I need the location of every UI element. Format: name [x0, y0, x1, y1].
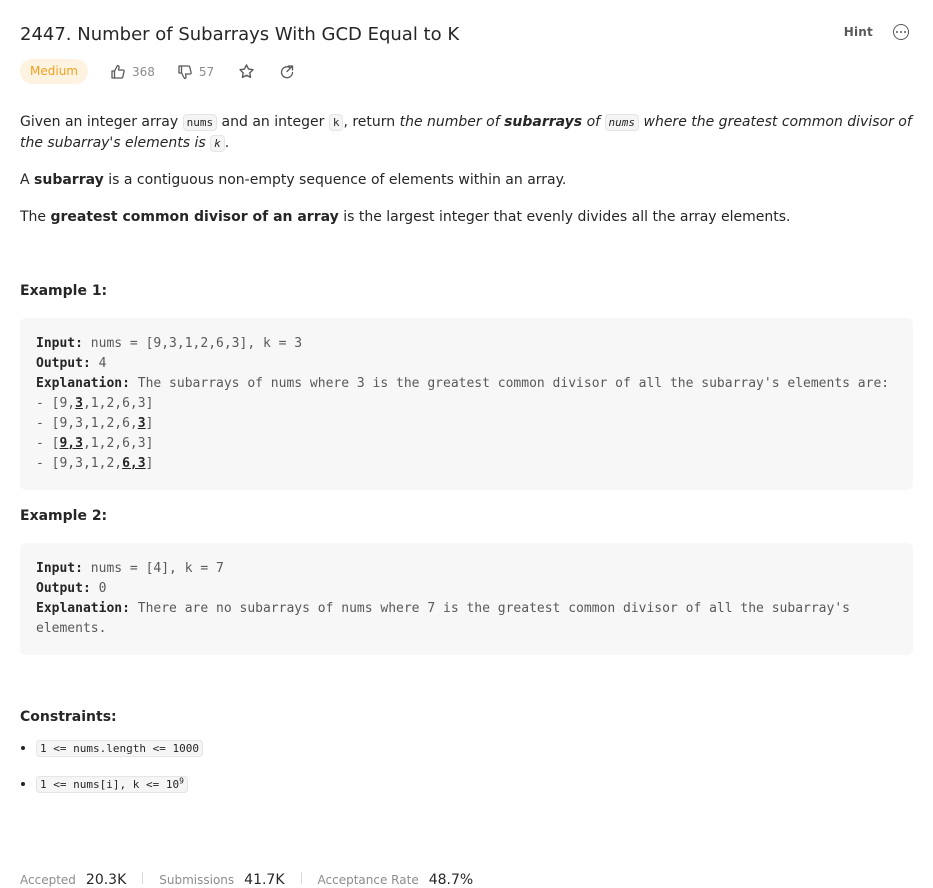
accepted-label: Accepted: [20, 873, 76, 887]
like-button[interactable]: 368: [110, 64, 155, 80]
thumbs-up-icon: [111, 64, 125, 79]
constraint-item: 1 <= nums.length <= 1000: [36, 736, 913, 761]
acceptance-rate-value: 48.7%: [428, 872, 474, 888]
like-count: 368: [131, 64, 155, 79]
problem-title: 2447. Number of Subarrays With GCD Equal…: [20, 24, 460, 45]
thumbs-down-icon: [178, 64, 192, 79]
more-options-icon[interactable]: [893, 24, 909, 40]
constraint-item: 1 <= nums[i], k <= 109: [36, 769, 913, 797]
example-2-title: Example 2:: [20, 508, 108, 524]
submissions-label: Submissions: [159, 873, 235, 887]
constraints-list: 1 <= nums.length <= 1000 1 <= nums[i], k…: [20, 736, 913, 797]
description-paragraph-2: A subarray is a contiguous non-empty seq…: [20, 172, 567, 188]
title-actions: Hint: [844, 24, 909, 40]
description-paragraph-1: Given an integer array nums and an integ…: [20, 114, 912, 152]
hint-button[interactable]: Hint: [844, 25, 873, 39]
meta-row: Medium 368 57: [20, 59, 295, 84]
code-k: k: [210, 135, 225, 152]
stats-divider: [300, 872, 302, 884]
star-icon: [239, 64, 254, 79]
code-nums: nums: [182, 114, 218, 131]
share-icon: [281, 64, 294, 78]
submissions-value: 41.7K: [244, 872, 285, 888]
acceptance-rate-label: Acceptance Rate: [317, 873, 419, 887]
code-k: k: [328, 114, 344, 131]
accepted-value: 20.3K: [85, 872, 127, 888]
stats-bar: Accepted 20.3K Submissions 41.7K Accepta…: [20, 872, 473, 888]
share-button[interactable]: [279, 64, 295, 80]
constraints-section: Constraints: 1 <= nums.length <= 1000 1 …: [20, 707, 913, 797]
dislike-button[interactable]: 57: [177, 64, 214, 80]
description-paragraph-3: The greatest common divisor of an array …: [20, 209, 791, 225]
title-row: 2447. Number of Subarrays With GCD Equal…: [20, 22, 913, 48]
constraints-title: Constraints:: [20, 709, 117, 725]
code-nums: nums: [604, 114, 640, 131]
example-2-block: Input: nums = [4], k = 7 Output: 0 Expla…: [20, 543, 913, 655]
example-1-block: Input: nums = [9,3,1,2,6,3], k = 3 Outpu…: [20, 318, 913, 490]
problem-description: Given an integer array nums and an integ…: [20, 112, 913, 797]
difficulty-badge: Medium: [20, 59, 88, 84]
dislike-count: 57: [198, 64, 215, 79]
stats-divider: [142, 872, 144, 884]
favorite-button[interactable]: [238, 63, 255, 80]
example-1-title: Example 1:: [20, 283, 108, 299]
